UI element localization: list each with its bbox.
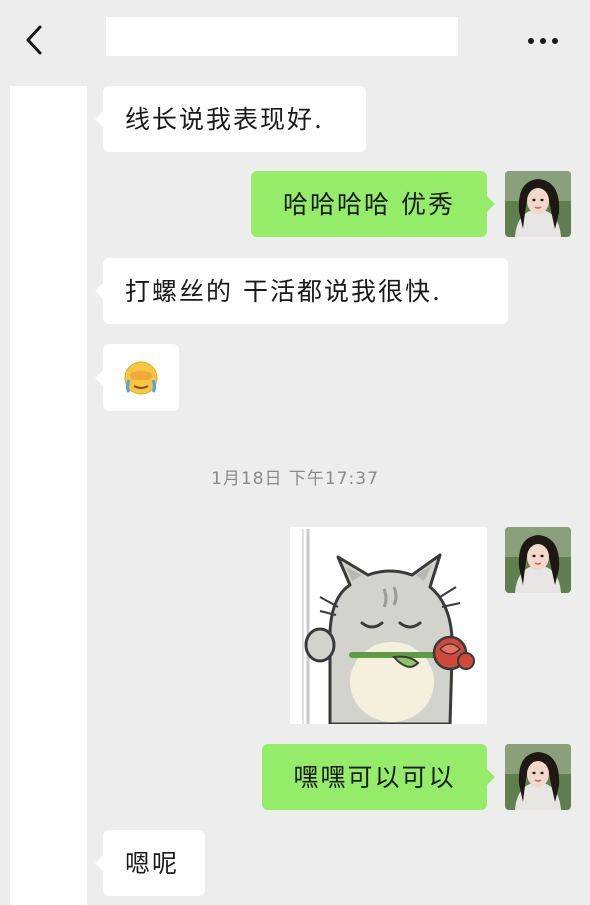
top-bar	[0, 0, 590, 80]
message-text: 线长说我表现好.	[125, 104, 324, 134]
message-bubble-outgoing[interactable]: 嘿嘿可以可以	[262, 744, 495, 810]
message-bubble-outgoing[interactable]: 哈哈哈哈 优秀	[251, 171, 495, 237]
avatar[interactable]	[505, 744, 571, 810]
message-text: 嘿嘿可以可以	[293, 762, 456, 792]
cat-holding-rose-sticker[interactable]	[290, 527, 487, 724]
facepalm-cry-emoji	[124, 361, 158, 394]
message-bubble-incoming[interactable]: 打螺丝的 干活都说我很快.	[95, 258, 508, 324]
timestamp: 1月18日 下午17:37	[211, 469, 379, 489]
message-bubble-incoming-emoji[interactable]	[95, 344, 179, 411]
message-text: 哈哈哈哈 优秀	[283, 189, 455, 219]
redacted-avatar-column	[10, 86, 87, 905]
chevron-left-icon[interactable]	[22, 24, 50, 56]
chat-title	[106, 17, 458, 56]
avatar[interactable]	[505, 171, 571, 237]
message-bubble-incoming[interactable]: 嗯呢	[95, 830, 205, 896]
avatar[interactable]	[505, 527, 571, 593]
message-text: 嗯呢	[125, 848, 180, 878]
message-text: 打螺丝的 干活都说我很快.	[125, 276, 442, 306]
more-dots-icon[interactable]	[525, 33, 561, 49]
message-bubble-incoming[interactable]: 线长说我表现好.	[95, 86, 366, 152]
